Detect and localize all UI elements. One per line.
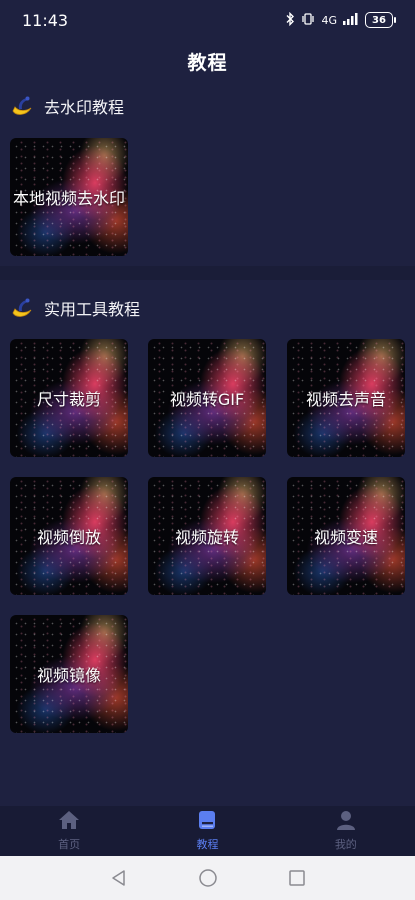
book-icon <box>197 810 217 834</box>
tile-label: 视频转GIF <box>169 390 245 409</box>
tile-label: 尺寸裁剪 <box>36 390 101 409</box>
nav-tab-tutorial[interactable]: 教程 <box>138 806 276 856</box>
section-header-tools: 实用工具教程 <box>10 294 140 322</box>
section-divider <box>0 266 415 280</box>
status-icons: 4G 36 <box>286 11 396 29</box>
network-type-label: 4G <box>321 13 337 27</box>
status-bar: 11:43 4G 36 <box>0 0 415 40</box>
section-header-watermark: 去水印教程 <box>10 92 124 120</box>
tutorial-tile-mirror[interactable]: 视频镜像 <box>10 615 128 733</box>
tile-label: 视频倒放 <box>36 528 101 547</box>
tutorial-tile-reverse[interactable]: 视频倒放 <box>10 477 128 595</box>
section-title: 去水印教程 <box>44 98 125 117</box>
bluetooth-icon <box>286 11 295 29</box>
tutorial-tile-local-watermark[interactable]: 本地视频去水印 <box>10 138 128 256</box>
section-title: 实用工具教程 <box>44 300 141 319</box>
banana-icon <box>10 296 34 320</box>
tutorial-tile-crop[interactable]: 尺寸裁剪 <box>10 339 128 457</box>
tile-label: 本地视频去水印 <box>12 189 125 208</box>
home-icon <box>58 810 80 834</box>
tile-label: 视频旋转 <box>174 528 239 547</box>
battery-indicator: 36 <box>365 12 396 28</box>
bottom-nav: 首页 教程 我的 <box>0 806 415 856</box>
vibrate-icon <box>301 12 315 29</box>
back-icon[interactable] <box>110 869 128 887</box>
nav-label: 我的 <box>334 838 357 851</box>
signal-icon <box>343 12 359 28</box>
banana-icon <box>10 94 34 118</box>
tile-label: 视频镜像 <box>36 666 101 685</box>
nav-tab-home[interactable]: 首页 <box>0 806 138 856</box>
tutorial-tile-speed[interactable]: 视频变速 <box>287 477 405 595</box>
tile-label: 视频去声音 <box>305 390 386 409</box>
status-time: 11:43 <box>22 10 69 30</box>
tutorial-tile-rotate[interactable]: 视频旋转 <box>148 477 266 595</box>
system-nav-bar <box>0 856 415 900</box>
tutorial-tile-gif[interactable]: 视频转GIF <box>148 339 266 457</box>
nav-tab-profile[interactable]: 我的 <box>277 806 415 856</box>
tile-label: 视频变速 <box>313 528 378 547</box>
home-circle-icon[interactable] <box>198 868 218 888</box>
tutorial-tile-mute[interactable]: 视频去声音 <box>287 339 405 457</box>
recents-icon[interactable] <box>288 869 306 887</box>
nav-label: 教程 <box>196 838 219 851</box>
nav-label: 首页 <box>58 838 81 851</box>
user-icon <box>336 810 356 834</box>
page-title: 教程 <box>187 52 228 74</box>
